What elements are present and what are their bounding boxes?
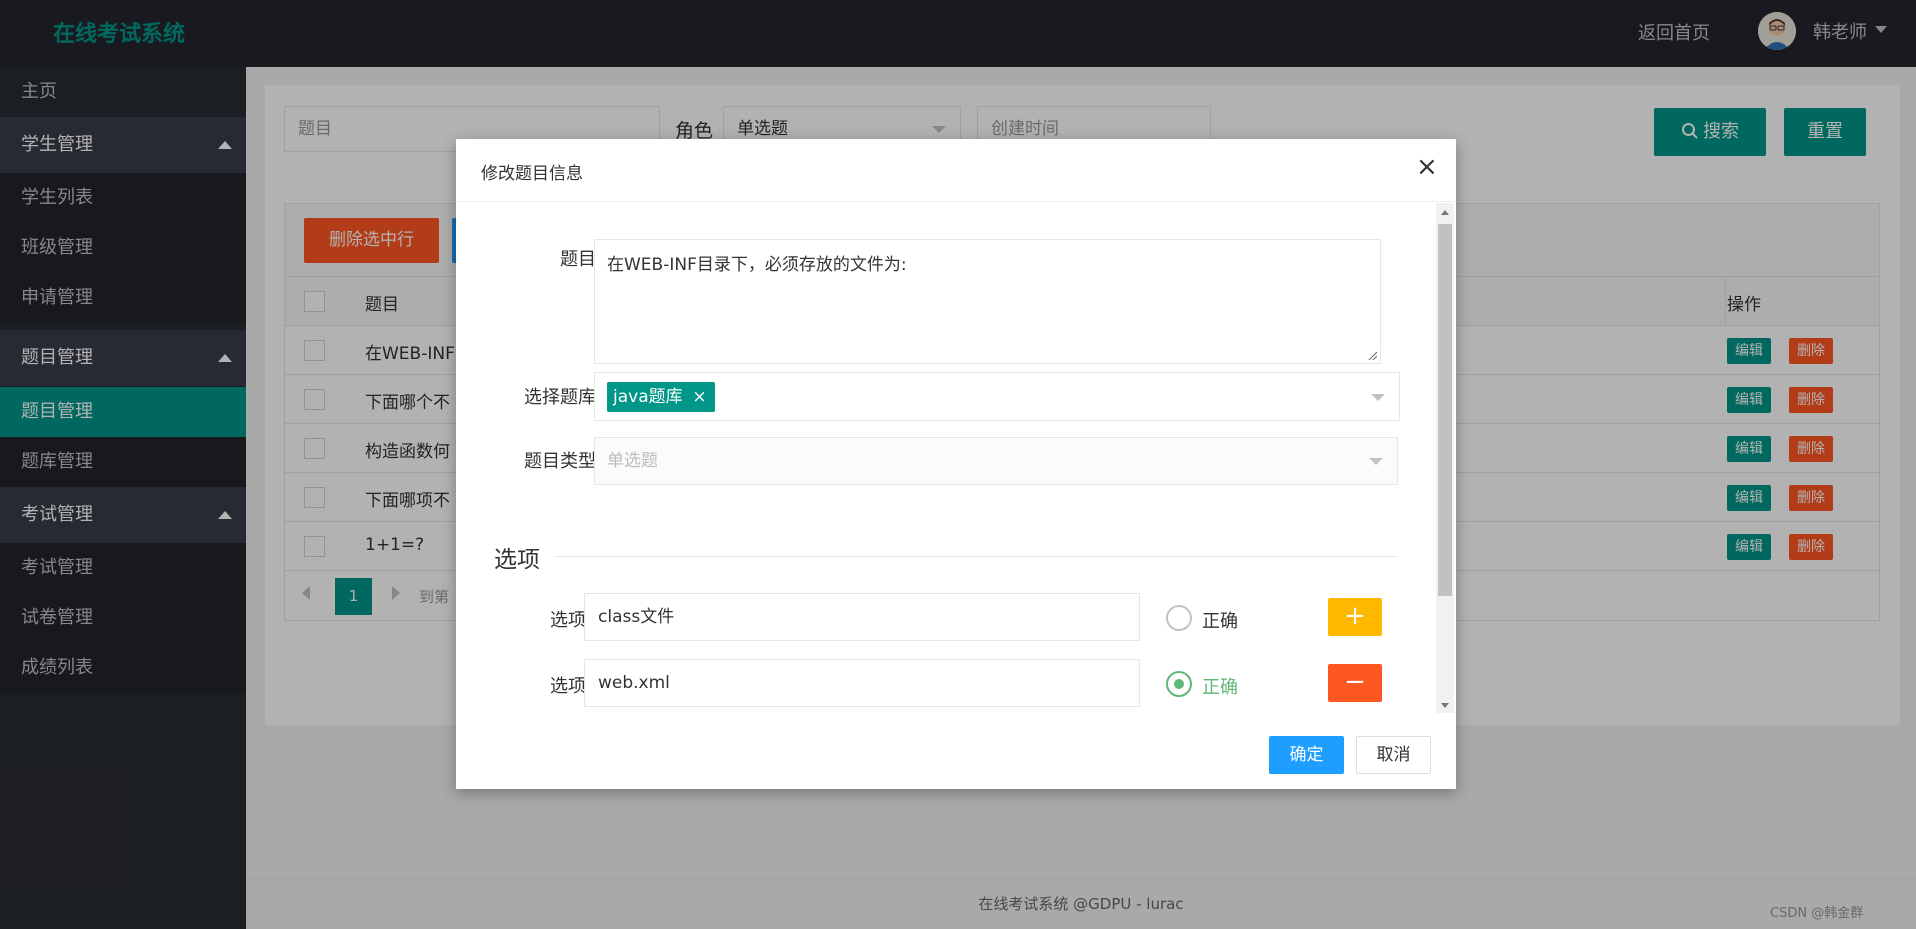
field-title-label: 题目 xyxy=(560,249,596,270)
add-option-button[interactable]: + xyxy=(1328,598,1382,636)
resize-handle-icon[interactable] xyxy=(1367,350,1377,360)
question-title-textarea[interactable]: 在WEB-INF目录下，必须存放的文件为: xyxy=(594,239,1381,364)
modal-body: 题目 在WEB-INF目录下，必须存放的文件为: 选择题库 java题库 × 题… xyxy=(456,203,1456,713)
scroll-up-icon[interactable] xyxy=(1441,210,1449,215)
bank-tag-label: java题库 xyxy=(613,387,683,407)
field-type-label: 题目类型 xyxy=(524,451,596,472)
close-icon[interactable]: × xyxy=(1416,154,1438,180)
section-divider xyxy=(556,556,1396,557)
correct-label[interactable]: 正确 xyxy=(1202,673,1238,699)
correct-radio[interactable] xyxy=(1166,671,1192,697)
chevron-down-icon xyxy=(1371,394,1385,401)
option-label: 选项 xyxy=(550,610,586,631)
cancel-button[interactable]: 取消 xyxy=(1356,736,1431,774)
bank-tag[interactable]: java题库 × xyxy=(607,382,715,412)
options-section-title: 选项 xyxy=(494,547,540,573)
chevron-down-icon xyxy=(1369,458,1383,465)
question-bank-select[interactable]: java题库 × xyxy=(594,372,1400,421)
correct-label[interactable]: 正确 xyxy=(1202,607,1238,633)
modal-scrollbar-thumb[interactable] xyxy=(1438,224,1452,596)
confirm-button[interactable]: 确定 xyxy=(1269,736,1344,774)
field-bank-label: 选择题库 xyxy=(524,387,596,408)
edit-question-modal: 修改题目信息 × 题目 在WEB-INF目录下，必须存放的文件为: 选择题库 j… xyxy=(456,139,1456,789)
option-input[interactable]: web.xml xyxy=(584,659,1140,707)
question-title-text: 在WEB-INF目录下，必须存放的文件为: xyxy=(607,255,907,275)
question-type-placeholder: 单选题 xyxy=(607,451,658,471)
option-label: 选项 xyxy=(550,676,586,697)
remove-option-button[interactable]: − xyxy=(1328,664,1382,702)
correct-radio[interactable] xyxy=(1166,605,1192,631)
tag-remove-icon[interactable]: × xyxy=(692,382,706,412)
scroll-down-icon[interactable] xyxy=(1441,703,1449,708)
option-input[interactable]: class文件 xyxy=(584,593,1140,641)
modal-header: 修改题目信息 × xyxy=(456,139,1456,202)
modal-title: 修改题目信息 xyxy=(481,164,583,184)
question-type-select[interactable]: 单选题 xyxy=(594,437,1398,485)
